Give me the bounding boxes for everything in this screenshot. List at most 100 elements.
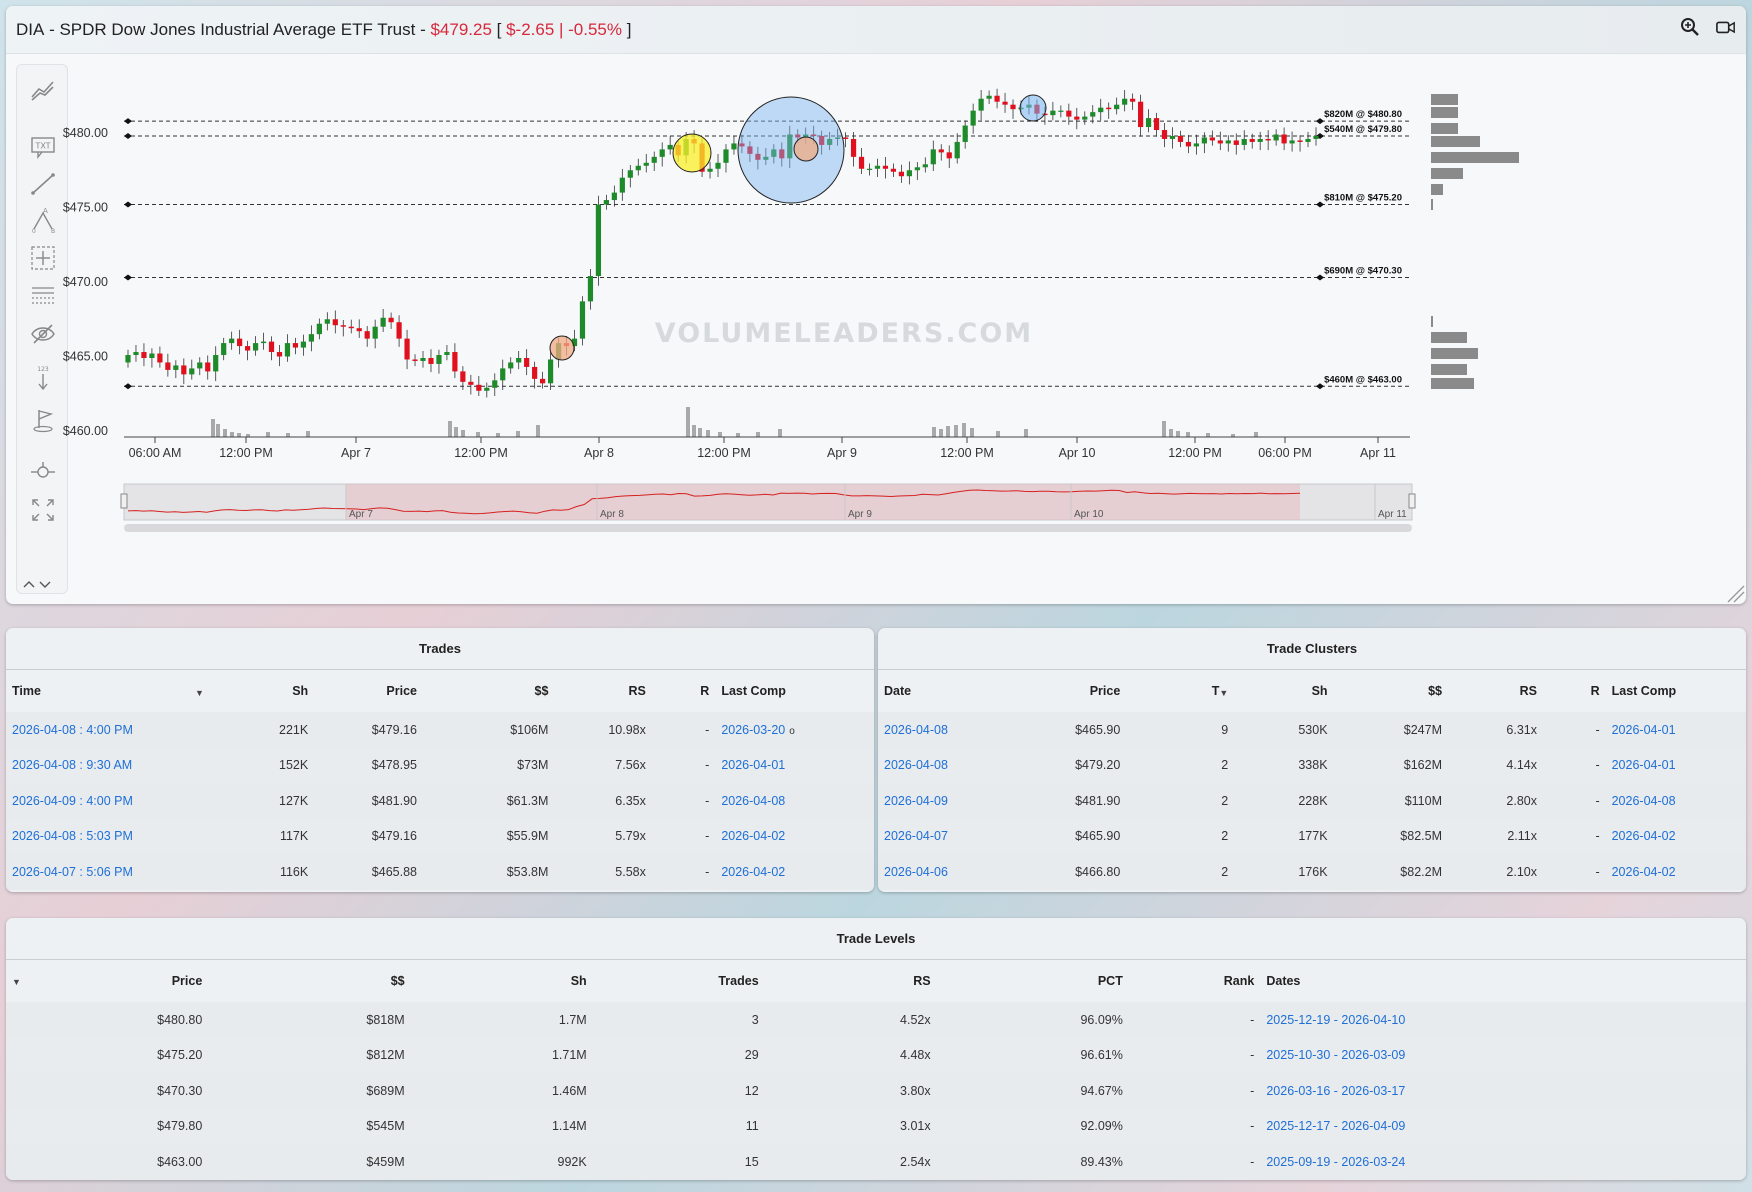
volume-bar (211, 419, 215, 437)
column-header[interactable]: Price (1018, 670, 1127, 712)
table-row[interactable]: 2026-04-08 $465.90 9 530K $247M 6.31x -2026-04… (878, 712, 1746, 748)
column-header[interactable]: PCT (936, 960, 1129, 1002)
table-link[interactable]: 2026-04-09 : 4:00 PM (6, 783, 210, 819)
table-row[interactable]: $480.80 $818M 1.7M 3 4.52x 96.09% -2025-12-19 … (6, 1002, 1746, 1038)
table-link[interactable]: 2026-04-08 (878, 748, 1018, 784)
table-row[interactable]: 2026-04-08 : 5:03 PM 117K $479.16 $55.9M 5.7… (6, 818, 874, 855)
column-header[interactable]: Price (314, 670, 423, 712)
table-link[interactable]: 2026-04-08 : 4:00 PM (6, 712, 210, 748)
last-price: $479.25 (430, 19, 492, 39)
table-link[interactable]: 2026-04-08 (878, 712, 1018, 748)
candle-down (181, 365, 187, 375)
table-row[interactable]: 2026-04-09 : 4:00 PM 127K $481.90 $61.3M 6.3… (6, 783, 874, 819)
column-header[interactable]: $$ (208, 960, 411, 1002)
column-header[interactable]: Dates (1260, 960, 1746, 1002)
column-header[interactable]: Time ▼ (6, 670, 210, 712)
table-row[interactable]: 2026-04-08 $479.20 2 338K $162M 4.14x -2026-04… (878, 747, 1746, 784)
column-header[interactable]: Rank (1128, 960, 1261, 1002)
column-header[interactable]: R (651, 670, 716, 712)
table-row[interactable]: 2026-04-07 : 5:06 PM 116K $465.88 $53.8M 5.5… (6, 854, 874, 890)
zoom-in-icon[interactable] (1680, 17, 1700, 42)
table-row[interactable]: $470.30 $689M 1.46M 12 3.80x 94.67% -2026-03-1… (6, 1073, 1746, 1109)
table-cell: 6.35x (615, 793, 646, 808)
column-header[interactable]: Sh (209, 670, 315, 712)
volume-bar (286, 433, 290, 437)
table-row[interactable]: 2026-04-08 : 9:30 AM 152K $478.95 $73M 7.56x… (6, 747, 874, 784)
table-cell: $478.95 (371, 758, 417, 773)
table-cell (6, 1144, 67, 1180)
table-cell: 117K (279, 829, 309, 844)
candle-up (978, 98, 984, 111)
security-name: SPDR Dow Jones Industrial Average ETF Tr… (59, 19, 416, 39)
candle-down (404, 338, 410, 360)
table-row[interactable]: $463.00 $459M 992K 15 2.54x 89.43% -2025-09-19… (6, 1144, 1746, 1180)
column-header[interactable]: Last Comp (1605, 670, 1746, 712)
table-link[interactable]: 2026-04-02 (1606, 854, 1746, 890)
column-header[interactable]: Price (66, 960, 209, 1002)
table-row[interactable]: 2026-04-08 : 4:00 PM 221K $479.16 $106M 10.9… (6, 712, 874, 748)
video-camera-icon[interactable] (1716, 17, 1736, 42)
table-row[interactable]: $479.80 $545M 1.14M 11 3.01x 92.09% -2025-12-1… (6, 1108, 1746, 1145)
sort-column-header[interactable]: ▼ (6, 960, 67, 1002)
table-link[interactable]: 2026-04-09 (878, 783, 1018, 819)
candle-down (165, 362, 171, 370)
table-link[interactable]: 2026-04-01 (1606, 748, 1746, 784)
table-link[interactable]: 2026-04-08 : 5:03 PM (6, 819, 210, 855)
table-cell: $465.90 (1075, 829, 1121, 844)
table-row[interactable]: 2026-04-06 $466.80 2 176K $82.2M 2.10x -2026-0… (878, 854, 1746, 890)
column-header[interactable]: Date (878, 670, 1019, 712)
table-link[interactable]: 2026-04-07 (878, 819, 1018, 855)
candle-up (500, 368, 506, 381)
column-header[interactable]: Sh (410, 960, 593, 1002)
table-link[interactable]: 2026-04-06 (878, 854, 1018, 890)
column-header[interactable]: RS (764, 960, 937, 1002)
volume-bar (230, 432, 234, 437)
table-link[interactable]: 2026-04-07 : 5:06 PM (6, 854, 210, 890)
table-link[interactable]: 2025-12-19 - 2026-04-10 (1260, 1002, 1746, 1038)
column-header[interactable]: RS (554, 670, 652, 712)
table-link[interactable]: 2026-03-16 - 2026-03-17 (1260, 1073, 1746, 1109)
table-link[interactable]: 2026-04-02 (1606, 819, 1746, 855)
table-link[interactable]: 2026-04-02 (715, 854, 874, 890)
column-header[interactable]: RS (1448, 670, 1543, 712)
table-cell: $479.16 (371, 829, 417, 844)
table-link[interactable]: 2026-04-08 (715, 783, 874, 819)
resize-handle-icon[interactable] (1727, 585, 1745, 603)
table-cell: $247M (1403, 722, 1442, 737)
column-header[interactable]: $$ (1333, 670, 1448, 712)
table-link[interactable]: 2026-03-20 o (715, 712, 874, 748)
column-header[interactable]: T ▼ (1126, 670, 1235, 712)
sort-desc-icon[interactable]: ▼ (195, 688, 204, 698)
chart-header: DIA - SPDR Dow Jones Industrial Average … (6, 6, 1746, 54)
level-label: $690M @ $470.30 (1324, 266, 1402, 277)
column-header[interactable]: Trades (592, 960, 765, 1002)
table-link[interactable]: 2026-04-08 : 9:30 AM (6, 748, 210, 784)
column-header[interactable]: Sh (1234, 670, 1334, 712)
table-row[interactable]: $475.20 $812M 1.71M 29 4.48x 96.61% -2025-10-3… (6, 1037, 1746, 1074)
column-header[interactable]: Last Comp (715, 670, 874, 712)
trade-bubble (549, 335, 575, 361)
table-link[interactable]: 2025-10-30 - 2026-03-09 (1260, 1038, 1746, 1074)
table-row[interactable]: 2026-04-09 $481.90 2 228K $110M 2.80x -2026-04… (878, 783, 1746, 819)
candle-down (1161, 130, 1168, 139)
navigator[interactable]: Apr 7 Apr 8 Apr 9 Apr 10 Apr 11 (120, 483, 1416, 532)
table-link[interactable]: 2026-04-01 (1606, 712, 1746, 748)
table-link[interactable]: 2026-04-02 (715, 819, 874, 855)
table-link[interactable]: 2026-04-08 (1606, 783, 1746, 819)
candle-down (332, 319, 338, 326)
table-link[interactable]: 2026-04-01 (715, 748, 874, 784)
sort-desc-icon[interactable]: ▼ (12, 977, 21, 987)
sort-desc-icon[interactable]: ▼ (1219, 688, 1228, 698)
column-header[interactable]: $$ (422, 670, 555, 712)
x-tick-label: 12:00 PM (1168, 446, 1222, 460)
table-row[interactable]: 2026-04-07 $465.90 2 177K $82.5M 2.11x -2026-0… (878, 818, 1746, 855)
table-link[interactable]: 2025-09-19 - 2026-03-24 (1260, 1144, 1746, 1180)
price-chart[interactable]: VOLUMELEADERS.COM $820M @ $480.80 $540M @… (6, 54, 1746, 604)
column-header[interactable]: R (1543, 670, 1606, 712)
table-link[interactable]: 2025-12-17 - 2026-04-09 (1260, 1109, 1746, 1145)
x-tick-label: 06:00 PM (1258, 446, 1312, 460)
table-cell: - (705, 829, 710, 844)
navigator-label: Apr 10 (1074, 509, 1104, 520)
clusters-panel: Trade Clusters Date Price T ▼ Sh $$ RS R Last Co… (878, 628, 1746, 892)
candle-up (229, 338, 235, 344)
